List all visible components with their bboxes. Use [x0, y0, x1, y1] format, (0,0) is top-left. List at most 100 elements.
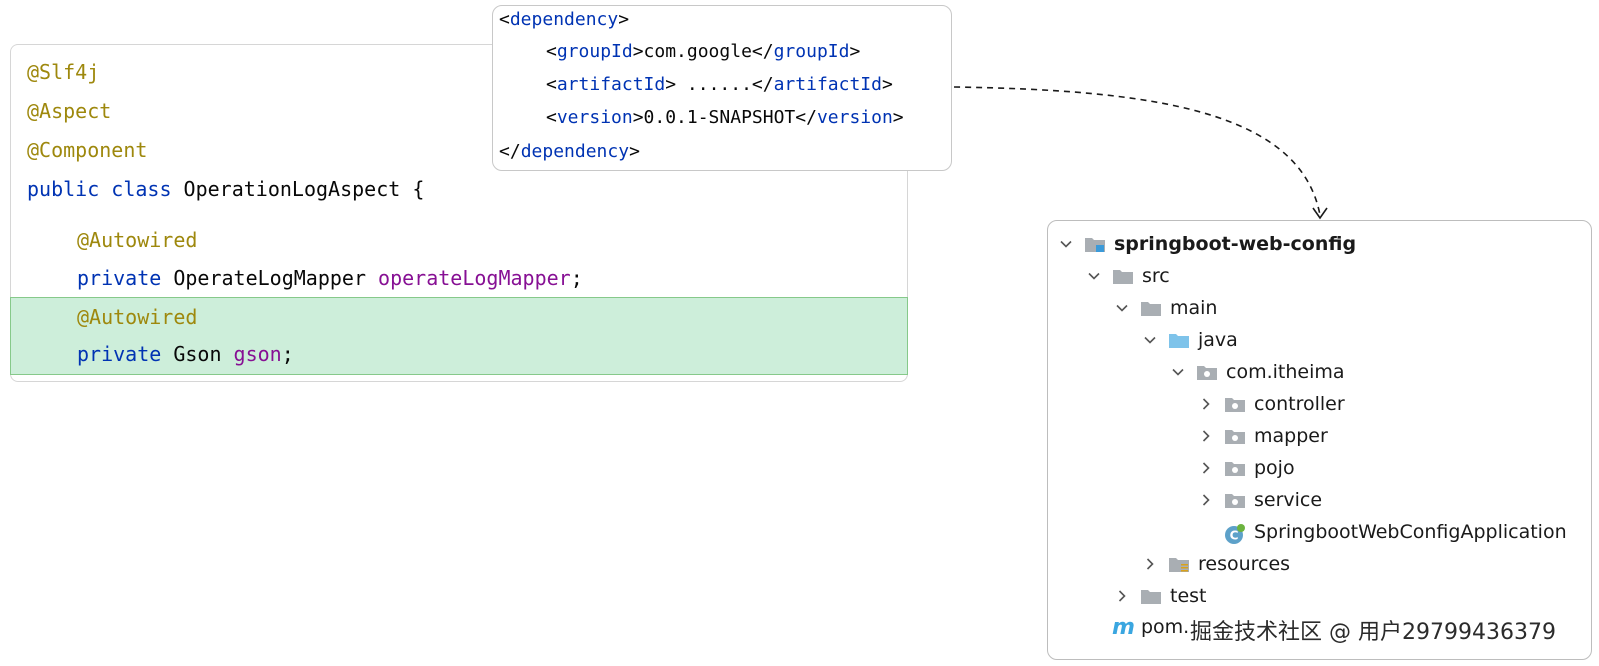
- tree-item-label: src: [1142, 265, 1170, 287]
- chevron-right-icon[interactable]: [1196, 490, 1216, 510]
- tree-item-label: main: [1170, 297, 1218, 319]
- tree-item[interactable]: pojo: [1196, 453, 1295, 483]
- xml-token: > ......</: [665, 74, 774, 95]
- chevron-down-icon[interactable]: [1056, 234, 1076, 254]
- code-token: private: [77, 342, 174, 366]
- xml-token: <: [499, 9, 510, 30]
- tree-item[interactable]: test: [1112, 581, 1207, 611]
- tree-item-label: com.itheima: [1226, 361, 1345, 383]
- tree-item-label: controller: [1254, 393, 1345, 415]
- maven-icon: m: [1112, 614, 1135, 640]
- xml-token: groupId: [556, 41, 633, 62]
- xml-token: </: [499, 141, 521, 162]
- package-icon: [1224, 427, 1246, 445]
- code-token: gson: [233, 342, 282, 366]
- xml-token: >: [849, 41, 861, 62]
- chevron-right-icon[interactable]: [1112, 586, 1132, 606]
- xml-token: >: [618, 9, 630, 30]
- xml-line: <artifactId> ......</artifactId>: [546, 70, 893, 100]
- chevron-down-icon[interactable]: [1140, 330, 1160, 350]
- watermark: 掘金技术社区 @ 用户29799436379: [1190, 620, 1556, 645]
- chevron-right-icon[interactable]: [1140, 554, 1160, 574]
- code-line: private OperateLogMapper operateLogMappe…: [77, 263, 583, 293]
- code-line: private Gson gson;: [77, 339, 294, 369]
- code-token: @Autowired: [77, 305, 198, 329]
- chevron-right-icon[interactable]: [1196, 426, 1216, 446]
- tree-item[interactable]: service: [1196, 485, 1322, 515]
- dashed-arrow-head: [1312, 207, 1328, 220]
- xml-token: artifactId: [773, 74, 882, 95]
- folder-icon: [1140, 299, 1162, 317]
- chevron-down-icon[interactable]: [1112, 298, 1132, 318]
- code-token: @Component: [27, 138, 148, 162]
- code-line: @Component: [27, 135, 147, 165]
- code-token: ;: [281, 342, 294, 366]
- code-token: OperateLogMapper: [173, 266, 379, 290]
- code-token: @Slf4j: [27, 60, 100, 84]
- chevron-down-icon[interactable]: [1084, 266, 1104, 286]
- source-folder-icon: [1168, 331, 1190, 349]
- tree-item-label: resources: [1198, 553, 1291, 575]
- package-icon: [1224, 459, 1246, 477]
- package-icon: [1224, 395, 1246, 413]
- tree-item[interactable]: java: [1140, 325, 1238, 355]
- xml-token: groupId: [773, 41, 850, 62]
- spring-class-icon: C: [1224, 523, 1246, 544]
- chevron-right-icon[interactable]: [1196, 458, 1216, 478]
- xml-token: version: [816, 107, 893, 128]
- tree-item-label: java: [1198, 329, 1238, 351]
- code-token: OperationLogAspect {: [183, 177, 425, 201]
- tree-item[interactable]: controller: [1196, 389, 1345, 419]
- xml-line: </dependency>: [499, 137, 640, 167]
- code-line: public class OperationLogAspect {: [27, 174, 424, 204]
- code-line: @Aspect: [27, 96, 111, 126]
- tree-item-label: pom.: [1140, 616, 1190, 638]
- xml-token: >: [892, 107, 904, 128]
- tree-item-label: SpringbootWebConfigApplication: [1254, 521, 1567, 543]
- tree-item[interactable]: C SpringbootWebConfigApplication: [1196, 517, 1567, 547]
- tree-item[interactable]: m pom.: [1112, 612, 1189, 642]
- tree-item[interactable]: resources: [1140, 549, 1290, 579]
- xml-token: >0.0.1-SNAPSHOT</: [632, 107, 817, 128]
- xml-line: <dependency>: [499, 5, 629, 35]
- code-token: Gson: [173, 342, 234, 366]
- project-tree-panel: springboot-web-config src main java com.ithe…: [1047, 220, 1592, 660]
- code-token: operateLogMapper: [378, 266, 571, 290]
- tree-item[interactable]: springboot-web-config: [1056, 229, 1356, 259]
- xml-token: >com.google</: [632, 41, 774, 62]
- xml-token: >: [629, 141, 640, 162]
- code-line: @Autowired: [77, 225, 197, 255]
- xml-token: dependency: [520, 141, 630, 162]
- code-token: ;: [570, 266, 583, 290]
- module-folder-icon: [1084, 235, 1106, 253]
- tree-item[interactable]: main: [1112, 293, 1217, 323]
- tree-item-label: pojo: [1254, 457, 1295, 479]
- tree-item-label: mapper: [1254, 425, 1328, 447]
- chevron-down-icon[interactable]: [1168, 362, 1188, 382]
- code-line: @Autowired: [77, 302, 197, 332]
- tree-item[interactable]: com.itheima: [1168, 357, 1345, 387]
- code-token: public class: [27, 177, 184, 201]
- package-icon: [1196, 363, 1218, 381]
- code-token: @Aspect: [27, 99, 112, 123]
- xml-token: <: [546, 41, 557, 62]
- tree-item[interactable]: src: [1084, 261, 1170, 291]
- chevron-right-icon[interactable]: [1196, 394, 1216, 414]
- dependency-xml-box: <dependency> <groupId>com.google</groupId…: [492, 5, 952, 171]
- folder-icon: [1140, 587, 1162, 605]
- xml-token: artifactId: [556, 74, 666, 95]
- xml-token: <: [546, 107, 557, 128]
- package-icon: [1224, 491, 1246, 509]
- tree-item-label: service: [1254, 489, 1323, 511]
- code-line: @Slf4j: [27, 57, 99, 87]
- xml-line: <version>0.0.1-SNAPSHOT</version>: [546, 103, 904, 133]
- resources-folder-icon: [1168, 555, 1190, 573]
- code-token: private: [77, 266, 174, 290]
- svg-text:C: C: [1230, 529, 1239, 543]
- folder-icon: [1112, 267, 1134, 285]
- xml-token: <: [546, 74, 557, 95]
- xml-token: dependency: [509, 9, 619, 30]
- tree-item[interactable]: mapper: [1196, 421, 1328, 451]
- xml-token: >: [881, 74, 893, 95]
- xml-token: version: [556, 107, 633, 128]
